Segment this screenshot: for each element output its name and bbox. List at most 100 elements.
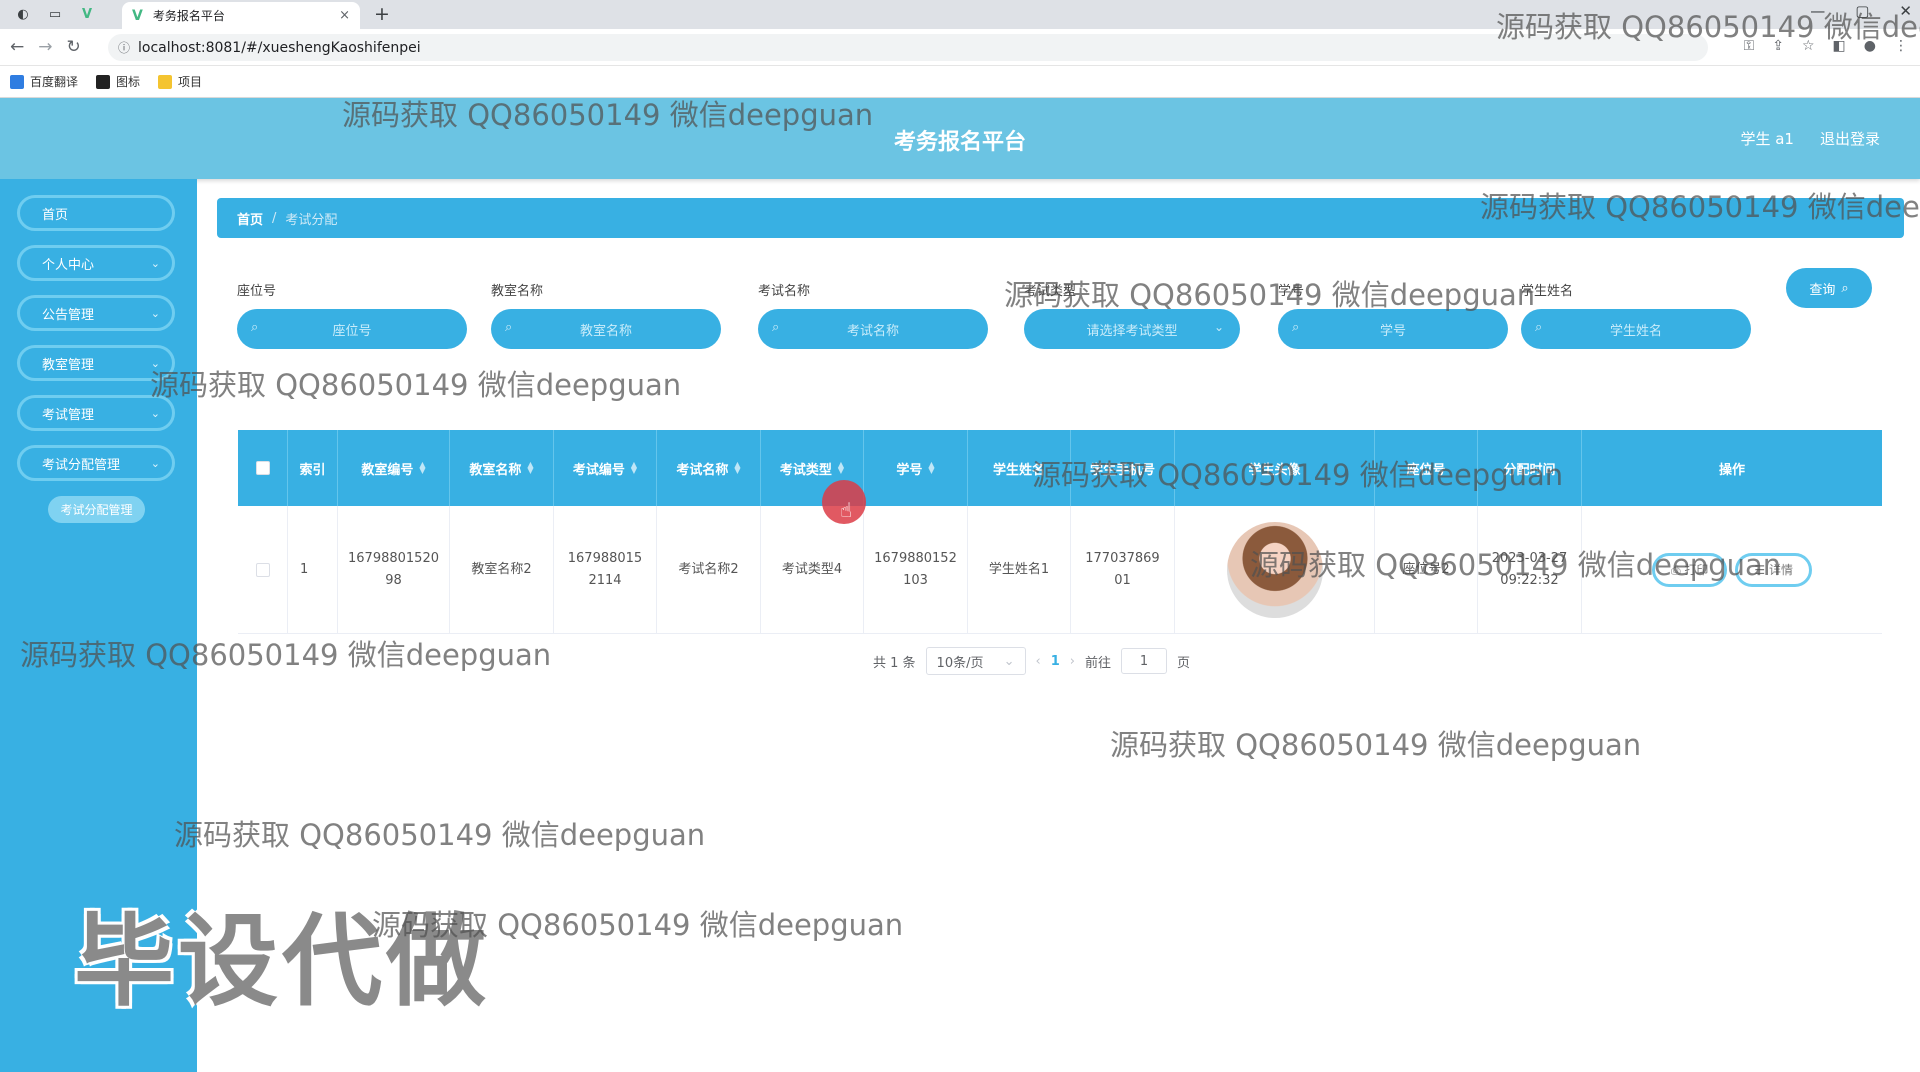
col-header: 学生手机号 — [1071, 430, 1175, 506]
sort-icon[interactable]: ▲ ▼ — [631, 461, 637, 475]
sidebar-subitem-exam-assign[interactable]: 考试分配管理 — [48, 496, 145, 523]
search-icon: ⌕ — [1841, 280, 1849, 296]
url-input[interactable]: ⓘ localhost:8081/#/xueshengKaoshifenpei — [108, 34, 1708, 61]
seat-input[interactable]: ⌕ 座位号 — [237, 309, 467, 349]
col-header: 操作 — [1582, 430, 1882, 506]
assign-time: 09:22:32 — [1500, 573, 1559, 588]
classroom-name-input[interactable]: ⌕ 教室名称 — [491, 309, 721, 349]
close-icon[interactable]: × — [339, 8, 350, 23]
back-icon[interactable]: ← — [10, 37, 24, 57]
tab-title: 考务报名平台 — [152, 9, 225, 23]
maximize-icon[interactable]: ▢ — [1855, 2, 1869, 20]
app-title: 考务报名平台 — [893, 130, 1026, 155]
search-icon: ⌕ — [1292, 320, 1300, 335]
exam-name-input[interactable]: ⌕ 考试名称 — [758, 309, 988, 349]
new-tab-button[interactable]: + — [374, 3, 390, 25]
student-no-input[interactable]: ⌕ 学号 — [1278, 309, 1508, 349]
sidebar-item-home[interactable]: 首页 — [17, 195, 175, 231]
col-header-label: 学号 — [896, 462, 923, 478]
cell-assign-time: 2023-03-27 09:22:32 — [1478, 506, 1582, 634]
col-header[interactable]: 教室名称 ▲ ▼ — [450, 430, 554, 506]
col-header[interactable]: 考试编号 ▲ ▼ — [554, 430, 657, 506]
nav-buttons: ← → ↻ — [10, 37, 81, 57]
globe-icon[interactable]: ◐ — [14, 5, 32, 23]
minimize-icon[interactable]: — — [1810, 2, 1825, 20]
seat-label: 座位号 — [237, 284, 277, 299]
sort-icon[interactable]: ▲ ▼ — [734, 461, 740, 475]
sort-icon[interactable]: ▲ ▼ — [419, 461, 425, 475]
bookmark-item[interactable]: 百度翻译 — [10, 73, 78, 90]
sort-icon[interactable]: ▲ ▼ — [838, 461, 844, 475]
student-name-placeholder: 学生姓名 — [1609, 323, 1662, 339]
prev-page-icon[interactable]: ‹ — [1036, 654, 1041, 669]
reload-icon[interactable]: ↻ — [67, 37, 81, 57]
print-button[interactable]: ⎙ 打印 — [1651, 553, 1728, 587]
image-icon — [96, 74, 111, 89]
search-icon: ⌕ — [505, 320, 513, 335]
sidebar-item-exam[interactable]: 考试管理 ⌄ — [17, 395, 175, 431]
user-name[interactable]: 学生 a1 — [1740, 128, 1794, 149]
sidebar-item-personal-center[interactable]: 个人中心 ⌄ — [17, 245, 175, 281]
menu-dots-icon[interactable]: ⋮ — [1894, 38, 1908, 54]
select-all-checkbox[interactable] — [255, 461, 270, 475]
query-button[interactable]: 查询 ⌕ — [1786, 268, 1872, 308]
row-checkbox[interactable] — [255, 563, 270, 577]
sidepanel-icon[interactable]: ◧ — [1833, 38, 1846, 54]
col-header-label: 教室名称 — [469, 462, 522, 478]
next-page-icon[interactable]: › — [1070, 654, 1075, 669]
detail-button[interactable]: ☰ 详情 — [1735, 553, 1813, 587]
sidebar-item-classroom[interactable]: 教室管理 ⌄ — [17, 345, 175, 381]
breadcrumb-home[interactable]: 首页 — [237, 209, 263, 228]
query-label: 查询 — [1809, 282, 1836, 298]
key-icon[interactable]: ⚿ — [1744, 38, 1755, 54]
col-header: 学生头像 — [1175, 430, 1375, 506]
cell-actions: ⎙ 打印 ☰ 详情 — [1582, 506, 1882, 634]
page-number-current[interactable]: 1 — [1051, 654, 1060, 669]
student-no-placeholder: 学号 — [1379, 323, 1406, 339]
bookmark-item[interactable]: 项目 — [158, 73, 202, 90]
vue-icon[interactable]: V — [78, 5, 96, 23]
goto-page-input[interactable]: 1 — [1121, 648, 1168, 674]
col-header: 座位号 — [1375, 430, 1478, 506]
bookmark-item[interactable]: 图标 — [96, 73, 140, 90]
info-icon[interactable]: ⓘ — [118, 39, 130, 56]
col-header[interactable]: 学号 ▲ ▼ — [864, 430, 968, 506]
sidebar-item-exam-assign[interactable]: 考试分配管理 ⌄ — [17, 445, 175, 481]
chevron-down-icon: ⌄ — [150, 406, 160, 420]
bookmarks-bar: 百度翻译 图标 项目 — [0, 66, 1920, 98]
col-header[interactable]: 考试名称 ▲ ▼ — [657, 430, 761, 506]
col-header-label: 考试编号 — [572, 462, 625, 478]
sidebar-item-label: 首页 — [42, 207, 69, 223]
watermark: 源码获取 QQ86050149 微信deepguan — [174, 818, 706, 852]
exam-name-placeholder: 考试名称 — [846, 323, 899, 339]
bookmark-label: 图标 — [116, 75, 141, 89]
share-icon[interactable]: ⇪ — [1772, 38, 1784, 54]
folder-icon — [158, 74, 173, 89]
exam-name-label: 考试名称 — [758, 284, 811, 299]
window-close-icon[interactable]: ✕ — [1899, 2, 1912, 20]
logout-button[interactable]: 退出登录 — [1820, 128, 1880, 149]
page-size-select[interactable]: 10条/页 ⌄ — [925, 647, 1026, 675]
sort-icon[interactable]: ▲ ▼ — [527, 461, 533, 475]
forward-icon[interactable]: → — [38, 37, 52, 57]
tab-placeholder-icon[interactable]: ▭ — [46, 5, 64, 23]
search-icon: ⌕ — [1535, 320, 1543, 335]
col-header-label: 考试类型 — [779, 462, 832, 478]
exam-type-placeholder: 请选择考试类型 — [1086, 323, 1178, 339]
star-icon[interactable]: ☆ — [1802, 38, 1815, 54]
sidebar-item-notice[interactable]: 公告管理 ⌄ — [17, 295, 175, 331]
browser-tab-active[interactable]: V 考务报名平台 × — [122, 2, 360, 29]
student-name-input[interactable]: ⌕ 学生姓名 — [1521, 309, 1751, 349]
sort-icon[interactable]: ▲ ▼ — [928, 461, 934, 475]
vue-favicon-icon: V — [132, 7, 143, 24]
col-header[interactable]: 教室编号 ▲ ▼ — [338, 430, 450, 506]
bookmark-label: 百度翻译 — [30, 75, 79, 89]
breadcrumb-separator: / — [272, 210, 277, 226]
big-watermark: 毕设代做 — [74, 903, 490, 1020]
sidebar-item-label: 公告管理 — [42, 307, 95, 323]
row-checkbox-cell[interactable] — [238, 506, 288, 634]
avatar[interactable] — [1226, 522, 1323, 618]
exam-type-select[interactable]: 请选择考试类型 ⌄ — [1024, 309, 1240, 349]
profile-icon[interactable]: ● — [1864, 38, 1876, 54]
select-all-checkbox-cell[interactable] — [238, 430, 288, 506]
